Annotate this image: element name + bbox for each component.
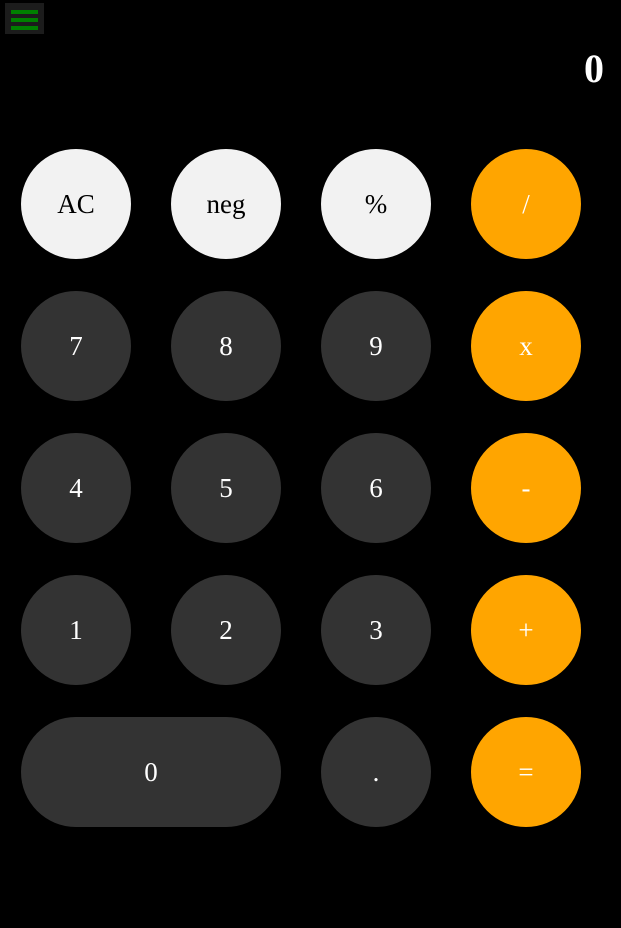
hamburger-menu-icon-bar: [11, 26, 38, 30]
negate-button[interactable]: neg: [171, 149, 281, 259]
digit-7-button[interactable]: 7: [21, 291, 131, 401]
digit-5-button[interactable]: 5: [171, 433, 281, 543]
digit-1-button[interactable]: 1: [21, 575, 131, 685]
digit-0-button[interactable]: 0: [21, 717, 281, 827]
calculator-display: 0: [584, 46, 604, 91]
percent-button[interactable]: %: [321, 149, 431, 259]
decimal-button[interactable]: .: [321, 717, 431, 827]
divide-button[interactable]: /: [471, 149, 581, 259]
digit-3-button[interactable]: 3: [321, 575, 431, 685]
multiply-button[interactable]: x: [471, 291, 581, 401]
equals-button[interactable]: =: [471, 717, 581, 827]
digit-6-button[interactable]: 6: [321, 433, 431, 543]
menu-button[interactable]: [5, 3, 44, 34]
digit-8-button[interactable]: 8: [171, 291, 281, 401]
digit-9-button[interactable]: 9: [321, 291, 431, 401]
digit-4-button[interactable]: 4: [21, 433, 131, 543]
hamburger-menu-icon: [11, 10, 38, 14]
hamburger-menu-icon-bar: [11, 18, 38, 22]
subtract-button[interactable]: -: [471, 433, 581, 543]
add-button[interactable]: +: [471, 575, 581, 685]
digit-2-button[interactable]: 2: [171, 575, 281, 685]
clear-button[interactable]: AC: [21, 149, 131, 259]
